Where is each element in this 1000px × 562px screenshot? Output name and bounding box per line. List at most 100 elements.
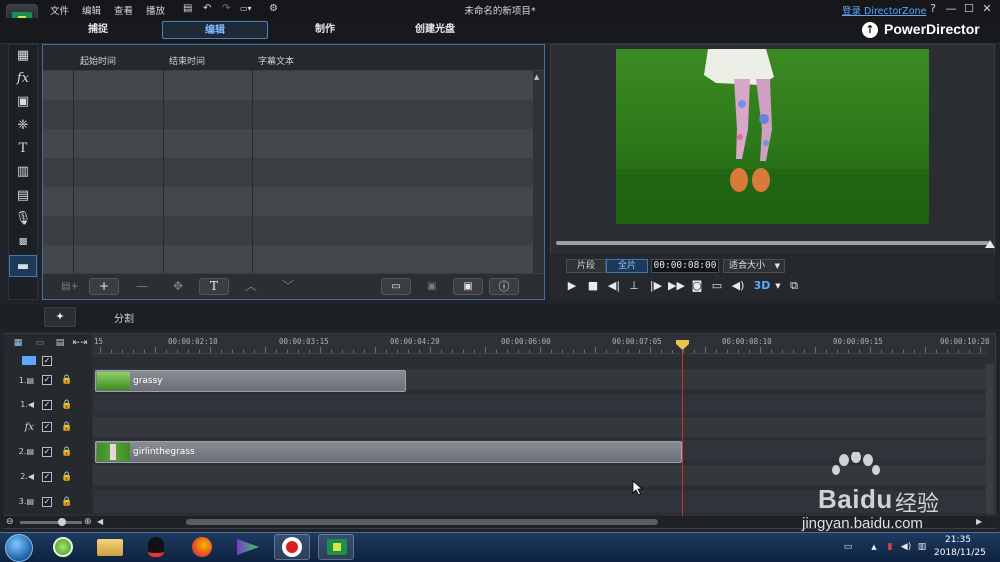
transition-room-icon[interactable]: ▥ — [9, 161, 37, 183]
next-frame-icon[interactable]: |▶ — [648, 279, 664, 293]
timeline-scroll-thumb[interactable] — [186, 519, 658, 525]
open-folder-button[interactable]: ▭ — [381, 278, 411, 295]
3d-dropdown-icon[interactable]: ▼ — [770, 279, 786, 293]
track-visible-checkbox[interactable]: ✓ — [42, 472, 52, 482]
pip-room-icon[interactable]: ▣ — [9, 91, 37, 113]
media-room-icon[interactable]: ▦ — [9, 45, 37, 67]
clip-mode-button[interactable]: 片段 — [566, 259, 606, 273]
save-icon[interactable]: ▤ — [183, 3, 192, 14]
fit-size-select[interactable]: 适合大小 ▼ — [723, 259, 785, 273]
menu-play[interactable]: 播放 — [146, 3, 165, 17]
subtitle-room-icon[interactable]: ▬ — [9, 255, 37, 277]
track-visible-checkbox[interactable]: ✓ — [42, 400, 52, 410]
track-manager-icon[interactable]: ▤ — [52, 336, 68, 350]
play-icon[interactable]: ▶ — [564, 279, 580, 293]
movie-mode-button[interactable]: 全片 — [606, 259, 648, 273]
move-up-icon[interactable]: ︿ — [236, 278, 266, 295]
import-subtitle-icon[interactable]: ▤+ — [55, 278, 85, 295]
lock-icon[interactable]: 🔒 — [61, 400, 72, 410]
taskbar-recorder-icon[interactable] — [274, 534, 310, 560]
previous-frame-icon[interactable]: ◀| — [606, 279, 622, 293]
track-row[interactable] — [93, 394, 988, 416]
lock-icon[interactable]: 🔒 — [61, 422, 72, 432]
column-subtitle-text[interactable]: 字幕文本 — [258, 54, 294, 67]
track-visible-checkbox[interactable]: ✓ — [42, 447, 52, 457]
lock-icon[interactable]: 🔒 — [61, 497, 72, 507]
tray-network-icon[interactable]: ▥ — [916, 541, 928, 553]
track-row[interactable] — [93, 417, 988, 439]
export-subtitle-icon[interactable]: ▣ — [417, 278, 447, 295]
audio-mixing-room-icon[interactable]: ▤ — [9, 185, 37, 207]
move-down-icon[interactable]: ﹀ — [273, 278, 303, 295]
track-visible-checkbox[interactable]: ✓ — [42, 375, 52, 385]
zoom-out-icon[interactable]: ⊖ — [6, 517, 14, 527]
split-button[interactable]: 分割 — [114, 310, 134, 325]
menu-view[interactable]: 查看 — [114, 3, 133, 17]
split-icon[interactable]: ⊥ — [626, 279, 642, 293]
menu-edit[interactable]: 编辑 — [82, 3, 101, 17]
tray-security-icon[interactable]: ▮ — [884, 541, 896, 553]
stop-icon[interactable]: ■ — [585, 279, 601, 293]
clip-grassy[interactable]: grassy — [95, 370, 406, 392]
merge-subtitle-icon[interactable]: ✥ — [163, 278, 193, 295]
close-button[interactable]: ✕ — [980, 2, 994, 16]
clock-date[interactable]: 2018/11/25 — [934, 548, 986, 558]
table-row[interactable] — [43, 187, 533, 216]
fast-forward-icon[interactable]: ▶▶ — [668, 279, 685, 293]
clip-girlinthegrass[interactable]: girlinthegrass — [95, 441, 682, 463]
minimize-button[interactable]: — — [944, 2, 958, 16]
storyboard-view-icon[interactable]: ▭ — [32, 336, 48, 350]
fit-timeline-icon[interactable]: ⇤⇥ — [72, 336, 88, 350]
magic-tools-icon[interactable]: ✦ — [44, 307, 76, 327]
info-button[interactable]: ⓘ — [489, 278, 519, 295]
tray-keyboard-icon[interactable]: ▭ — [842, 541, 854, 553]
track-visible-checkbox[interactable]: ✓ — [42, 422, 52, 432]
snapshot-camera-icon[interactable]: ◙ — [689, 279, 705, 293]
taskbar-video-app-icon[interactable] — [230, 534, 266, 560]
master-track-checkbox[interactable]: ✓ — [42, 356, 52, 366]
timeline-view-icon[interactable]: ▦ — [10, 336, 26, 350]
lock-icon[interactable]: 🔒 — [61, 375, 72, 385]
scroll-up-arrow-icon[interactable]: ▲ — [534, 73, 539, 81]
zoom-slider[interactable] — [20, 521, 82, 524]
table-row[interactable] — [43, 100, 533, 129]
preview-scrubber[interactable] — [556, 241, 989, 245]
redo-icon[interactable]: ↷ — [222, 3, 230, 14]
timecode-display[interactable]: 00:00:08:00 — [651, 259, 719, 273]
taskbar-qq-icon[interactable] — [138, 534, 174, 560]
start-button[interactable] — [5, 534, 33, 562]
table-row[interactable] — [43, 245, 533, 273]
tray-expand-icon[interactable]: ▲ — [868, 541, 880, 553]
chapter-room-icon[interactable]: ▩ — [9, 231, 37, 253]
scroll-right-icon[interactable]: ▶ — [976, 517, 982, 526]
clock-time[interactable]: 21:35 — [945, 535, 971, 545]
login-directorzone-link[interactable]: 登录 DirectorZone — [842, 3, 926, 17]
mode-edit-tab[interactable]: 编辑 — [162, 21, 268, 39]
add-subtitle-button[interactable]: + — [89, 278, 119, 295]
voice-over-room-icon[interactable]: 🎙 — [9, 208, 37, 230]
particle-room-icon[interactable]: ❈ — [9, 115, 37, 137]
external-display-icon[interactable]: ▭ — [709, 279, 725, 293]
lock-icon[interactable]: 🔒 — [61, 472, 72, 482]
help-button[interactable]: ? — [926, 2, 940, 16]
settings-gear-icon[interactable]: ⚙ — [269, 3, 278, 14]
effect-room-icon[interactable]: fx — [9, 68, 37, 90]
mode-create-disc-tab[interactable]: 创建光盘 — [400, 21, 470, 39]
column-end-time[interactable]: 结束时间 — [169, 54, 205, 67]
zoom-in-icon[interactable]: ⊕ — [84, 517, 92, 527]
taskbar-app-360-icon[interactable] — [46, 534, 82, 560]
remove-subtitle-button[interactable]: — — [127, 278, 157, 295]
table-row[interactable] — [43, 71, 533, 100]
subtitle-scrollbar[interactable]: ▲ — [533, 71, 544, 273]
taskbar-firefox-icon[interactable] — [184, 534, 220, 560]
title-room-icon[interactable]: T — [9, 138, 37, 160]
taskbar-explorer-icon[interactable] — [90, 534, 130, 560]
zoom-slider-knob[interactable] — [58, 518, 66, 526]
table-row[interactable] — [43, 158, 533, 187]
mode-produce-tab[interactable]: 制作 — [290, 21, 360, 39]
lock-icon[interactable]: 🔒 — [61, 447, 72, 457]
menu-file[interactable]: 文件 — [50, 3, 69, 17]
maximize-button[interactable]: ☐ — [962, 2, 976, 16]
text-format-button[interactable]: T — [199, 278, 229, 295]
undock-preview-icon[interactable]: ⧉ — [786, 279, 802, 293]
